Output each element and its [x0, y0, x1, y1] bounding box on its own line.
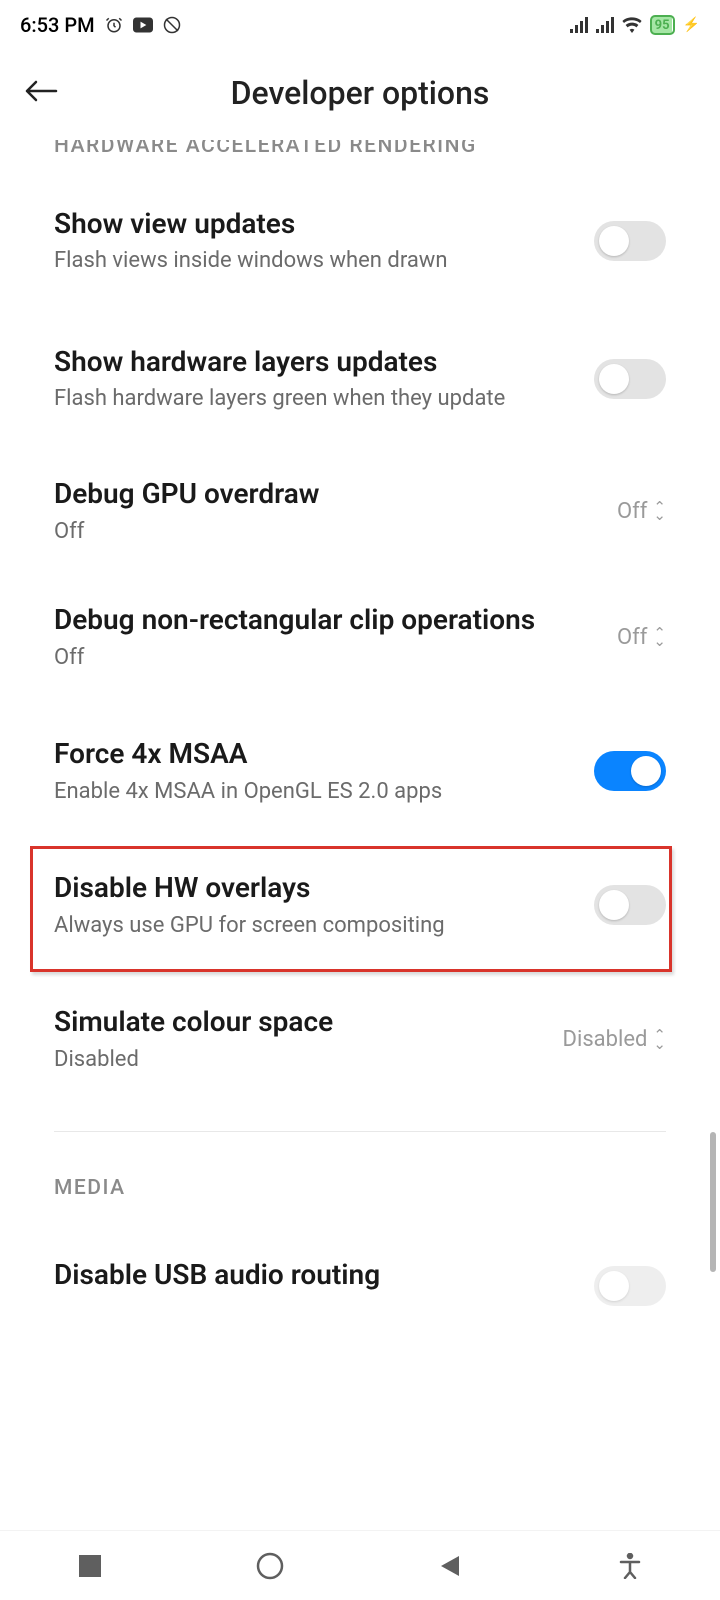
status-right: 95 ⚡ — [570, 15, 700, 35]
setting-text: Show view updates Flash views inside win… — [54, 206, 594, 276]
setting-text: Debug GPU overdraw Off — [54, 476, 617, 546]
wifi-icon — [622, 17, 642, 33]
section-header-media: MEDIA — [0, 1172, 720, 1214]
section-divider — [54, 1131, 666, 1132]
selector-value: Off — [617, 499, 647, 524]
nav-accessibility-button[interactable] — [605, 1541, 655, 1591]
setting-title: Simulate colour space — [54, 1004, 533, 1040]
setting-show-hw-layers[interactable]: Show hardware layers updates Flash hardw… — [0, 310, 720, 448]
chevron-updown-icon: ⌃⌄ — [653, 629, 666, 646]
chevron-updown-icon: ⌃⌄ — [653, 1031, 666, 1048]
navigation-bar — [0, 1530, 720, 1600]
nav-back-button[interactable] — [425, 1541, 475, 1591]
setting-subtitle: Flash views inside windows when drawn — [54, 246, 564, 276]
toggle-disable-usb-audio[interactable] — [594, 1266, 666, 1306]
setting-show-view-updates[interactable]: Show view updates Flash views inside win… — [0, 172, 720, 310]
nav-home-button[interactable] — [245, 1541, 295, 1591]
section-header-rendering: HARDWARE ACCELERATED RENDERING — [0, 140, 720, 172]
setting-text: Force 4x MSAA Enable 4x MSAA in OpenGL E… — [54, 736, 594, 806]
selector-value: Disabled — [563, 1027, 648, 1052]
setting-subtitle: Disabled — [54, 1045, 533, 1075]
value-selector[interactable]: Off ⌃⌄ — [617, 625, 666, 650]
settings-scroll[interactable]: HARDWARE ACCELERATED RENDERING Show view… — [0, 140, 720, 1480]
page-title: Developer options — [64, 74, 656, 112]
battery-icon: 95 — [650, 15, 675, 35]
setting-subtitle: Off — [54, 643, 587, 673]
setting-text: Disable USB audio routing — [54, 1257, 594, 1293]
back-button[interactable] — [24, 76, 64, 111]
setting-text: Debug non-rectangular clip operations Of… — [54, 602, 617, 672]
alarm-icon — [105, 16, 123, 34]
value-selector[interactable]: Disabled ⌃⌄ — [563, 1027, 666, 1052]
setting-subtitle: Enable 4x MSAA in OpenGL ES 2.0 apps — [54, 777, 564, 807]
chevron-updown-icon: ⌃⌄ — [653, 503, 666, 520]
toggle-force-msaa[interactable] — [594, 751, 666, 791]
battery-percent: 95 — [655, 18, 670, 33]
status-time: 6:53 PM — [20, 13, 95, 37]
signal-1-icon — [570, 17, 588, 33]
setting-text: Disable HW overlays Always use GPU for s… — [54, 870, 594, 940]
setting-subtitle: Always use GPU for screen compositing — [54, 911, 564, 941]
setting-text: Show hardware layers updates Flash hardw… — [54, 344, 594, 414]
status-left: 6:53 PM — [20, 13, 181, 37]
toggle-show-hw-layers[interactable] — [594, 359, 666, 399]
app-header: Developer options — [0, 50, 720, 140]
selector-value: Off — [617, 625, 647, 650]
status-bar: 6:53 PM 95 ⚡ — [0, 0, 720, 50]
setting-title: Debug non-rectangular clip operations — [54, 602, 587, 638]
setting-text: Simulate colour space Disabled — [54, 1004, 563, 1074]
toggle-show-view-updates[interactable] — [594, 221, 666, 261]
setting-debug-clip[interactable]: Debug non-rectangular clip operations Of… — [0, 574, 720, 700]
nav-recents-button[interactable] — [65, 1541, 115, 1591]
setting-title: Disable USB audio routing — [54, 1257, 564, 1293]
setting-disable-usb-audio[interactable]: Disable USB audio routing — [0, 1214, 720, 1314]
youtube-icon — [133, 17, 153, 33]
setting-force-msaa[interactable]: Force 4x MSAA Enable 4x MSAA in OpenGL E… — [0, 700, 720, 842]
setting-simulate-colour[interactable]: Simulate colour space Disabled Disabled … — [0, 968, 720, 1110]
signal-2-icon — [596, 17, 614, 33]
setting-title: Show view updates — [54, 206, 564, 242]
setting-subtitle: Off — [54, 517, 587, 547]
setting-title: Disable HW overlays — [54, 870, 564, 906]
scroll-indicator — [710, 1132, 716, 1272]
setting-debug-gpu-overdraw[interactable]: Debug GPU overdraw Off Off ⌃⌄ — [0, 448, 720, 574]
dnd-icon — [163, 16, 181, 34]
setting-title: Show hardware layers updates — [54, 344, 564, 380]
setting-title: Debug GPU overdraw — [54, 476, 587, 512]
setting-disable-hw-overlays[interactable]: Disable HW overlays Always use GPU for s… — [0, 842, 720, 968]
value-selector[interactable]: Off ⌃⌄ — [617, 499, 666, 524]
setting-subtitle: Flash hardware layers green when they up… — [54, 384, 564, 414]
charging-icon: ⚡ — [683, 17, 700, 33]
setting-title: Force 4x MSAA — [54, 736, 564, 772]
toggle-disable-hw-overlays[interactable] — [594, 885, 666, 925]
